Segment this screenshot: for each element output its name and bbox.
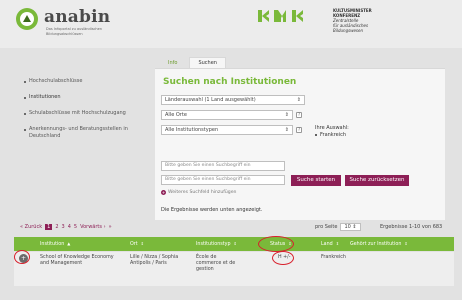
search-input-1[interactable]: Bitte geben Sie einen Suchbegriff ein — [161, 161, 285, 171]
search-input-2[interactable]: Bitte geben Sie einen Suchbegriff ein — [161, 175, 285, 185]
results-note: Die Ergebnisse werden unten angezeigt. — [161, 207, 263, 213]
help-icon[interactable]: ? — [296, 112, 302, 118]
search-panel: Suchen nach Institutionen Länderauswahl … — [155, 68, 445, 220]
bullet-icon — [315, 133, 317, 136]
search-start-button[interactable]: Suche starten — [291, 175, 341, 186]
chevron-updown-icon: ⇕ — [296, 97, 301, 103]
sidebar-item-hochschulabschluesse[interactable]: Hochschulabschlüsse — [24, 78, 150, 85]
your-choice-value: Frankreich — [320, 132, 347, 138]
page: anabin Das Infoportal zu ausländischen B… — [0, 0, 462, 300]
add-search-field-link[interactable]: + Weiteres Suchfeld hinzufügen — [161, 190, 236, 195]
page-title: Suchen nach Institutionen — [163, 77, 297, 87]
page-link-1[interactable]: 1 — [45, 224, 53, 230]
column-header-ort[interactable]: Ort ⇕ — [130, 237, 144, 251]
chevron-updown-icon: ⇕ — [284, 112, 289, 118]
column-label: Land — [321, 242, 333, 247]
bullet-icon — [24, 97, 26, 99]
column-header-gehoert[interactable]: Gehört zur Institution ⇕ — [350, 237, 408, 251]
pager-back-link[interactable]: « Zurück — [20, 224, 42, 230]
per-page-select[interactable]: 10 ⇕ — [340, 223, 361, 231]
column-header-institutionstyp[interactable]: Institutionstyp ⇕ — [196, 237, 237, 251]
your-choice: Ihre Auswahl: Frankreich — [315, 125, 349, 139]
status-highlight-ring — [258, 236, 294, 252]
page-link-5[interactable]: 5 — [74, 224, 77, 230]
sidebar-item-label: Schulabschlüsse mit Hochschulzugang — [29, 110, 126, 116]
pagination: « Zurück 1 2 3 4 5 Vorwärts › » — [20, 224, 112, 230]
header: anabin Das Infoportal zu ausländischen B… — [0, 0, 462, 48]
kmk-logo-icon[interactable] — [258, 8, 328, 24]
results-count: Ergebnisse 1-10 von 683 — [380, 224, 443, 230]
sidebar-item-beratungsstellen[interactable]: Anerkennungs- und Beratungsstellen in De… — [24, 126, 150, 140]
tab-info[interactable]: Info — [160, 58, 185, 68]
bullet-icon — [24, 113, 26, 115]
sort-up-icon: ▲ — [67, 241, 71, 246]
kmk-text: KULTUSMINISTER KONFERENZ Zentralstelle f… — [333, 8, 433, 33]
page-link-4[interactable]: 4 — [68, 224, 71, 230]
per-page-value: 10 — [344, 224, 351, 230]
city-select-value: Alle Orte — [165, 112, 187, 118]
tab-bar: Info Suchen — [160, 56, 226, 68]
pager-last-link[interactable]: » — [109, 224, 112, 230]
city-select[interactable]: Alle Orte ⇕ — [161, 110, 293, 120]
sidebar: Hochschulabschlüsse Institutionen Schula… — [24, 78, 150, 149]
plus-icon: + — [161, 190, 166, 195]
cell-typ: École de commerce et de gestion — [196, 255, 236, 272]
brand-name[interactable]: anabin — [44, 7, 110, 27]
sort-icon: ⇕ — [140, 241, 144, 246]
sidebar-item-label: Institutionen — [29, 94, 61, 100]
column-header-land[interactable]: Land ⇕ — [321, 237, 339, 251]
chevron-updown-icon: ⇕ — [284, 127, 289, 133]
per-page-label: pro Seite — [315, 224, 338, 230]
column-label: Ort — [130, 242, 138, 247]
search-reset-button[interactable]: Suche zurücksetzen — [345, 175, 409, 186]
tab-suchen[interactable]: Suchen — [189, 57, 226, 68]
your-choice-item: Frankreich — [315, 132, 349, 139]
column-header-institution[interactable]: Institution ▲ — [40, 237, 70, 251]
column-label: Gehört zur Institution — [350, 242, 402, 247]
sidebar-item-institutionen[interactable]: Institutionen — [24, 94, 150, 101]
chevron-updown-icon: ⇕ — [352, 224, 357, 230]
add-field-label: Weiteres Suchfeld hinzufügen — [168, 190, 237, 195]
country-select[interactable]: Länderauswahl (1 Land ausgewählt) ⇕ — [161, 95, 305, 105]
sort-icon: ⇕ — [404, 241, 408, 246]
kmk-line: Bildungswesen — [333, 28, 364, 33]
table-header: Institution ▲ Ort ⇕ Institutionstyp ⇕ Statu… — [14, 237, 454, 251]
table-row[interactable]: + School of Knowledge Economy and Manage… — [14, 252, 454, 286]
expand-highlight-ring — [14, 250, 30, 264]
sidebar-item-label: Hochschulabschlüsse — [29, 78, 83, 84]
bullet-icon — [24, 81, 26, 83]
institution-type-value: Alle Institutionstypen — [165, 127, 219, 133]
sidebar-item-label: Anerkennungs- und Beratungsstellen in De… — [29, 126, 128, 139]
anabin-logo-icon[interactable] — [16, 8, 38, 30]
pager-forward-link[interactable]: Vorwärts › — [80, 224, 106, 230]
status-value-highlight-ring — [272, 251, 294, 265]
page-link-2[interactable]: 2 — [55, 224, 58, 230]
cell-institution[interactable]: School of Knowledge Economy and Manageme… — [40, 255, 120, 267]
column-label: Institution — [40, 242, 65, 247]
sort-icon: ⇕ — [335, 241, 340, 246]
bullet-icon — [24, 129, 26, 131]
help-icon[interactable]: ? — [296, 127, 302, 133]
sort-icon: ⇕ — [233, 241, 237, 246]
country-select-value: Länderauswahl (1 Land ausgewählt) — [165, 97, 256, 103]
cell-land: Frankreich — [321, 255, 346, 260]
brand-tagline: Das Infoportal zu ausländischen Bildungs… — [46, 27, 103, 36]
per-page: pro Seite 10 ⇕ — [315, 223, 361, 231]
institution-type-select[interactable]: Alle Institutionstypen ⇕ — [161, 125, 293, 135]
your-choice-label: Ihre Auswahl: — [315, 125, 349, 131]
cell-ort: Lille / Nizza / Sophia Antipolis / Paris — [130, 255, 179, 266]
sidebar-item-schulabschluesse[interactable]: Schulabschlüsse mit Hochschulzugang — [24, 110, 150, 117]
page-link-3[interactable]: 3 — [62, 224, 65, 230]
column-label: Institutionstyp — [196, 242, 231, 247]
